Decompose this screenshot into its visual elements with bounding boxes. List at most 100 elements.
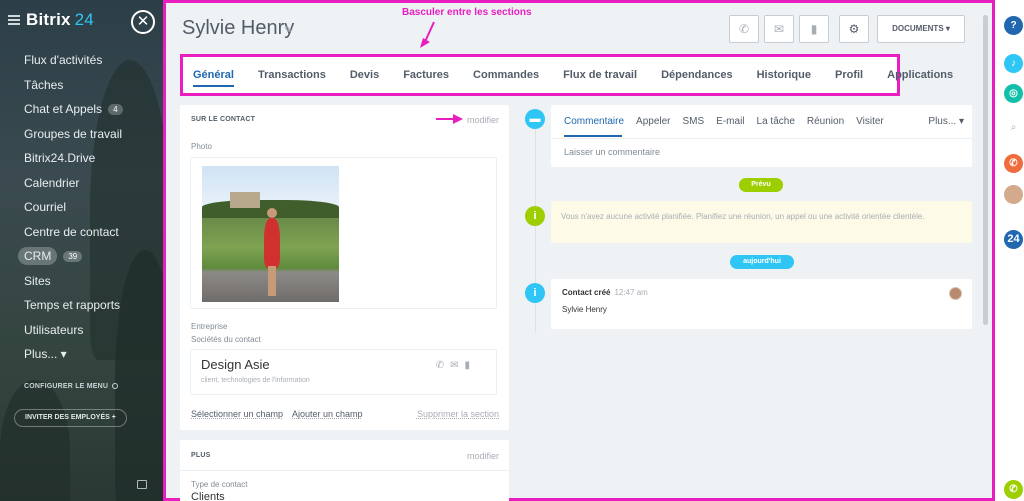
phone-icon[interactable]: ✆ [436, 360, 450, 371]
tab-orders[interactable]: Commandes [473, 69, 539, 81]
tab-email[interactable]: E-mail [716, 116, 744, 127]
company-label: Entreprise [191, 322, 228, 331]
sidebar-item-activity-stream[interactable]: Flux d'activités [24, 48, 123, 73]
section-tabs: Général Transactions Devis Factures Comm… [180, 54, 953, 96]
main-content: Sylvie Henry ✎ Basculer entre les sectio… [163, 0, 995, 501]
email-button[interactable]: ✉ [764, 15, 794, 43]
event-contact-name[interactable]: Sylvie Henry [562, 305, 607, 314]
edit-title-icon[interactable]: ✎ [284, 25, 292, 36]
contact-card-heading: SUR LE CONTACT [191, 116, 256, 123]
sidebar-item-tasks[interactable]: Tâches [24, 73, 123, 98]
photo-label: Photo [191, 142, 212, 151]
sidebar-item-more[interactable]: Plus... ▾ [24, 342, 123, 367]
search-icon[interactable]: ⌕ [1004, 118, 1023, 137]
logo[interactable]: Bitrix 24 [8, 10, 94, 30]
gear-icon [112, 383, 119, 390]
sidebar-item-drive[interactable]: Bitrix24.Drive [24, 146, 123, 171]
phone-icon[interactable]: ✆ [1004, 154, 1023, 173]
tab-task[interactable]: La tâche [757, 116, 795, 127]
chat-icon: ▮ [810, 22, 818, 36]
gear-icon: ⚙ [848, 22, 860, 36]
bitrix24-logo-icon[interactable]: 24 [1004, 230, 1023, 249]
chat-icon[interactable]: ▮ [464, 360, 476, 371]
more-edit-link[interactable]: modifier [467, 451, 499, 461]
tab-dependencies[interactable]: Dépendances [661, 69, 733, 81]
tab-call[interactable]: Appeler [636, 116, 670, 127]
right-rail: ? ♪ ◎ ⌕ ✆ 24 ✆ [995, 0, 1024, 501]
tab-meeting[interactable]: Réunion [807, 116, 844, 127]
tab-sms[interactable]: SMS [683, 116, 705, 127]
companies-label: Sociétés du contact [191, 335, 261, 344]
page-title: Sylvie Henry [182, 17, 295, 39]
tab-transactions[interactable]: Transactions [258, 69, 326, 81]
avatar[interactable] [1004, 185, 1023, 204]
call-button[interactable]: ✆ [729, 15, 759, 43]
sidebar-item-users[interactable]: Utilisateurs [24, 318, 123, 343]
tab-comment[interactable]: Commentaire [564, 116, 624, 127]
crm-count-badge: 39 [63, 250, 83, 262]
company-name[interactable]: Design Asie [201, 357, 270, 372]
tab-applications[interactable]: Applications [887, 69, 953, 81]
composer-tabs: Commentaire Appeler SMS E-mail La tâche … [564, 116, 896, 127]
company-subtitle: client, technologies de l'information [201, 377, 310, 384]
contact-type-label: Type de contact [191, 480, 248, 489]
sidebar-item-sites[interactable]: Sites [24, 269, 123, 294]
sidebar-item-crm[interactable]: CRM 39 [18, 244, 123, 269]
composer-more-button[interactable]: Plus... ▾ [928, 116, 964, 127]
printer-icon[interactable] [137, 480, 147, 489]
invite-employees-button[interactable]: INVITER DES EMPLOYÉS + [14, 409, 127, 427]
close-icon[interactable]: ✕ [131, 10, 155, 34]
notifications-icon[interactable]: ♪ [1004, 54, 1023, 73]
annotation-arrow-right-icon [436, 114, 463, 124]
sidebar-menu: Flux d'activités Tâches Chat et Appels 4 … [18, 48, 123, 367]
settings-button[interactable]: ⚙ [839, 15, 869, 43]
mail-icon[interactable]: ✉ [450, 360, 464, 371]
photo-field[interactable] [190, 157, 497, 309]
planned-pill: Prévu [739, 178, 783, 192]
sidebar-item-chat[interactable]: Chat et Appels 4 [24, 97, 123, 122]
tab-invoices[interactable]: Factures [403, 69, 449, 81]
phone-icon: ✆ [738, 22, 750, 36]
company-item[interactable]: Design Asie client, technologies de l'in… [190, 349, 497, 395]
timeline-event: Contact créé 12:47 am Sylvie Henry [551, 279, 972, 329]
tab-profile[interactable]: Profil [835, 69, 863, 81]
contact-info-card: SUR LE CONTACT modifier Photo Entreprise… [180, 105, 509, 430]
planned-activities-notice: Vous n'avez aucune activité planifiée. P… [551, 201, 972, 243]
tab-general[interactable]: Général [193, 69, 234, 87]
sidebar-item-contact-center[interactable]: Centre de contact [24, 220, 123, 245]
scrollbar[interactable] [982, 3, 989, 498]
contact-type-value: Clients [191, 491, 225, 501]
activity-composer: Commentaire Appeler SMS E-mail La tâche … [551, 105, 972, 167]
annotation-arrow-icon [420, 21, 435, 48]
left-sidebar: Bitrix 24 ✕ Flux d'activités Tâches Chat … [0, 0, 163, 501]
avatar[interactable] [949, 287, 962, 300]
comment-icon: ▬ [525, 109, 545, 129]
contact-edit-link[interactable]: modifier [467, 115, 499, 125]
more-card: PLUS modifier Type de contact Clients [180, 440, 509, 501]
messenger-icon[interactable]: ◎ [1004, 84, 1023, 103]
tab-history[interactable]: Historique [757, 69, 811, 81]
event-time: 12:47 am [614, 288, 648, 297]
configure-menu-link[interactable]: CONFIGURER LE MENU [24, 383, 119, 390]
sidebar-item-time-reports[interactable]: Temps et rapports [24, 293, 123, 318]
help-icon[interactable]: ? [1004, 16, 1023, 35]
phone-call-icon[interactable]: ✆ [1004, 480, 1023, 499]
info-icon: i [525, 206, 545, 226]
sidebar-item-mail[interactable]: Courriel [24, 195, 123, 220]
sidebar-item-workgroups[interactable]: Groupes de travail [24, 122, 123, 147]
comment-input[interactable]: Laisser un commentaire [564, 147, 660, 157]
chat-count-badge: 4 [108, 103, 123, 115]
add-field-link[interactable]: Ajouter un champ [292, 409, 363, 419]
tab-visit[interactable]: Visiter [856, 116, 884, 127]
chat-button[interactable]: ▮ [799, 15, 829, 43]
delete-section-link[interactable]: Supprimer la section [417, 409, 499, 419]
select-field-link[interactable]: Sélectionner un champ [191, 409, 283, 419]
tab-workflows[interactable]: Flux de travail [563, 69, 637, 81]
sidebar-item-calendar[interactable]: Calendrier [24, 171, 123, 196]
annotation-label: Basculer entre les sections [402, 7, 532, 18]
contact-photo[interactable] [202, 166, 339, 302]
tab-quotes[interactable]: Devis [350, 69, 379, 81]
menu-icon[interactable] [8, 15, 20, 25]
company-actions: ✆✉▮ [436, 360, 476, 371]
documents-button[interactable]: DOCUMENTS ▾ [877, 15, 965, 43]
